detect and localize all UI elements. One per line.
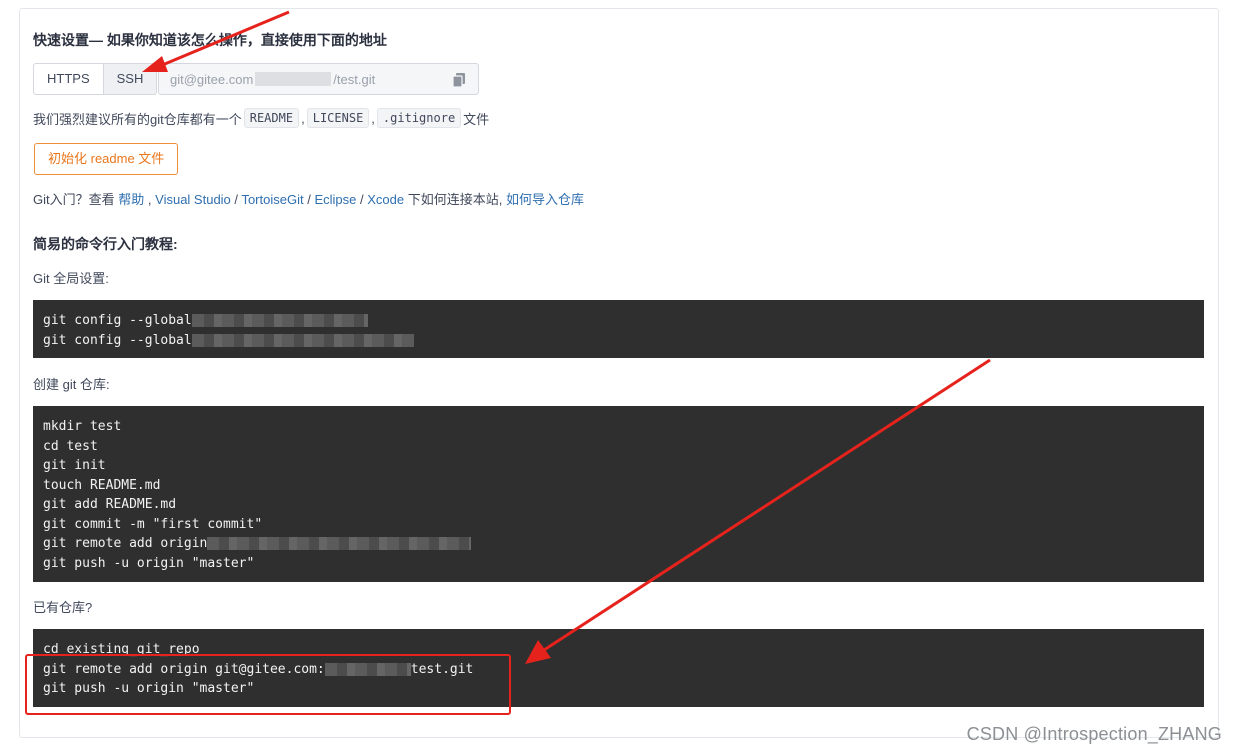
help-links: Git入门？查看 帮助 , Visual Studio / TortoiseGi… [33, 189, 584, 208]
repo-url-prefix: git@gitee.com [170, 71, 254, 87]
code-line: git add README.md [43, 497, 177, 512]
help-link[interactable]: 帮助 [118, 192, 144, 207]
quick-setup-title: 快速设置— 如果你知道该怎么操作，直接使用下面的地址 [33, 32, 387, 48]
existing-repo-label: 已有仓库? [33, 600, 93, 615]
create-repo-code: mkdir test cd test git init touch README… [33, 406, 1204, 582]
init-readme-button[interactable]: 初始化 readme 文件 [34, 143, 179, 175]
global-settings-code: git config --global git config --global [33, 300, 1204, 358]
ssh-button[interactable]: SSH [103, 63, 158, 95]
repo-url-suffix: /test.git [333, 71, 376, 87]
readme-chip: README [243, 108, 300, 128]
slash: / [360, 192, 364, 207]
annotation-highlight-box [25, 654, 511, 715]
help-middle: 下如何连接本站, [407, 192, 503, 207]
license-chip: LICENSE [306, 108, 370, 128]
readme-hint-suffix: 文件 [463, 111, 490, 127]
code-line: touch README.md [43, 477, 161, 493]
redacted-text [191, 314, 368, 328]
import-repo-link[interactable]: 如何导入仓库 [506, 192, 584, 207]
eclipse-link[interactable]: Eclipse [314, 192, 356, 207]
help-separator: , [147, 192, 152, 207]
slash: / [234, 192, 239, 207]
code-line: git config --global [43, 311, 1194, 331]
redacted-text [191, 333, 414, 347]
code-text: git remote add origin [43, 536, 208, 551]
https-button[interactable]: HTTPS [33, 63, 104, 95]
redacted-text [207, 537, 472, 551]
code-line: git push -u origin "master" [43, 555, 255, 571]
gitignore-chip: .gitignore [376, 108, 462, 128]
help-prefix: Git入门？查看 [33, 192, 115, 207]
xcode-link[interactable]: Xcode [367, 192, 404, 207]
repo-url-field[interactable]: git@gitee.com /test.git [158, 63, 479, 95]
csdn-watermark: CSDN @Introspection_ZHANG [966, 724, 1222, 744]
visual-studio-link[interactable]: Visual Studio [155, 192, 231, 207]
protocol-toggle: HTTPS SSH [33, 63, 158, 95]
global-settings-label: Git 全局设置: [33, 271, 109, 286]
readme-hint-prefix: 我们强烈建议所有的git仓库都有一个 [33, 111, 242, 127]
code-text: git config --global [43, 332, 192, 348]
code-text: git config --global [43, 313, 192, 328]
tutorial-title: 简易的命令行入门教程: [33, 236, 178, 252]
tortoisegit-link[interactable]: TortoiseGit [241, 192, 303, 207]
code-line: mkdir test [43, 419, 122, 434]
chip-separator: , [371, 110, 375, 126]
redacted-username [255, 72, 332, 86]
code-line: git commit -m "first commit" [43, 516, 263, 532]
code-line: git init [43, 458, 106, 473]
code-line: git remote add origin [43, 534, 1194, 554]
create-repo-label: 创建 git 仓库: [33, 377, 110, 392]
code-line: git config --global [43, 331, 1194, 351]
slash: / [307, 192, 311, 207]
copy-icon[interactable] [452, 72, 466, 88]
chip-separator: , [301, 110, 305, 126]
readme-recommendation: 我们强烈建议所有的git仓库都有一个 README , LICENSE , .g… [33, 106, 489, 130]
code-line: cd test [43, 438, 98, 454]
